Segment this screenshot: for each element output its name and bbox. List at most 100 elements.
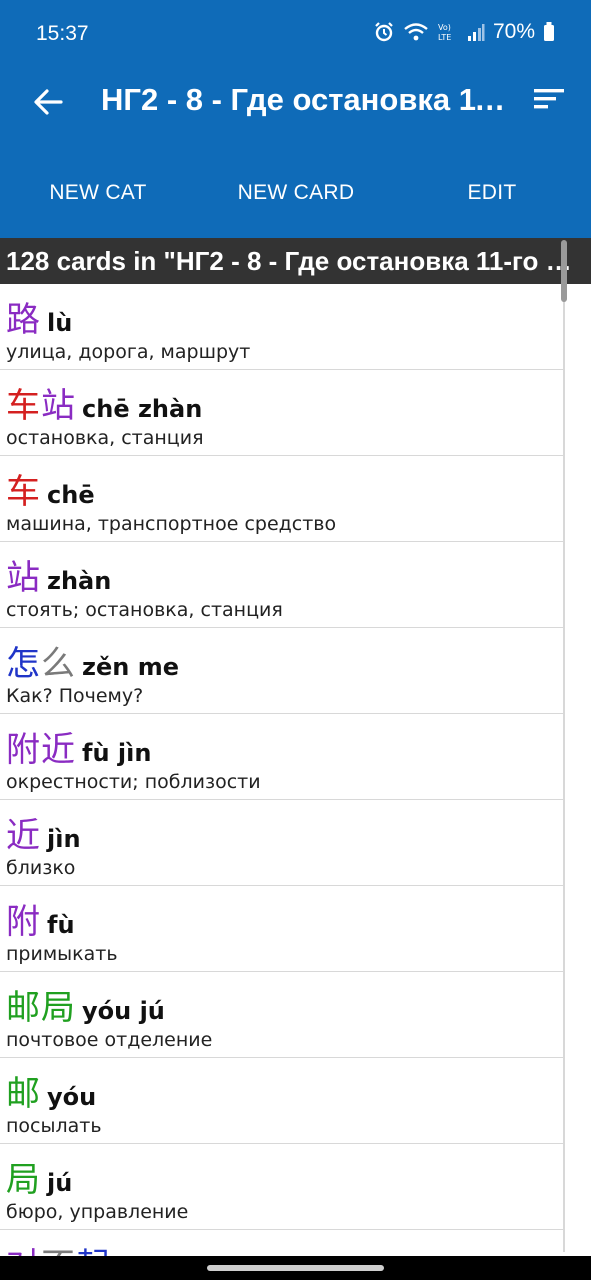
card-meaning: бюро, управление <box>6 1201 189 1223</box>
edit-button[interactable]: EDIT <box>440 166 544 220</box>
status-icons: Vo) LTE 70% <box>373 20 555 44</box>
back-button[interactable] <box>28 82 68 122</box>
card-meaning: примыкать <box>6 943 118 965</box>
sort-icon <box>534 89 564 109</box>
card-meaning: стоять; остановка, станция <box>6 599 283 621</box>
volte-icon: Vo) LTE <box>437 21 459 43</box>
hanzi-character: 不 <box>41 1246 76 1256</box>
hanzi-character: 路 <box>6 300 41 340</box>
card-headword: 站 zhàn <box>6 550 112 598</box>
card-row[interactable]: 怎么 zěn me Как? Почему? <box>0 628 564 714</box>
card-headword: 近 jìn <box>6 808 81 856</box>
card-meaning: посылать <box>6 1115 102 1137</box>
card-pinyin: fù <box>47 911 75 939</box>
card-hanzi: 怎么 <box>6 636 76 685</box>
card-pinyin: zhàn <box>47 567 112 595</box>
card-headword: 车 chē <box>6 464 95 512</box>
card-meaning: остановка, станция <box>6 427 204 449</box>
card-hanzi: 站 <box>6 550 41 599</box>
card-hanzi: 对不起 <box>6 1238 111 1256</box>
sort-button[interactable] <box>532 84 572 120</box>
card-pinyin: jìn <box>47 825 81 853</box>
card-row[interactable]: 局 jú бюро, управление <box>0 1144 564 1230</box>
card-hanzi: 局 <box>6 1152 41 1201</box>
card-row[interactable]: 站 zhàn стоять; остановка, станция <box>0 542 564 628</box>
card-row[interactable]: 附 fù примыкать <box>0 886 564 972</box>
card-pinyin: jú <box>47 1169 73 1197</box>
hanzi-character: 近 <box>6 816 41 856</box>
card-pinyin: yóu jú <box>82 997 165 1025</box>
card-hanzi: 车 <box>6 464 41 513</box>
card-meaning: машина, транспортное средство <box>6 513 337 535</box>
hanzi-character: 局 <box>41 988 76 1028</box>
hanzi-character: 附 <box>6 902 41 942</box>
scroll-track[interactable] <box>563 284 565 1252</box>
hanzi-character: 站 <box>6 558 41 598</box>
status-time: 15:37 <box>36 22 89 45</box>
hanzi-character: 么 <box>41 644 76 684</box>
card-headword: 车站 chē zhàn <box>6 378 203 426</box>
card-row[interactable]: 路 lù улица, дорога, маршрут <box>0 284 564 370</box>
scrollbar-thumb[interactable] <box>561 240 567 302</box>
card-hanzi: 附 <box>6 894 41 943</box>
navigation-bar <box>0 1256 591 1280</box>
card-row[interactable]: 车 chē машина, транспортное средство <box>0 456 564 542</box>
card-hanzi: 路 <box>6 292 41 341</box>
card-meaning: Как? Почему? <box>6 685 144 707</box>
hanzi-character: 起 <box>76 1246 111 1256</box>
hanzi-character: 站 <box>41 386 76 426</box>
card-pinyin: chē <box>47 481 95 509</box>
card-headword: 局 jú <box>6 1152 73 1200</box>
hanzi-character: 近 <box>41 730 76 770</box>
new-category-button[interactable]: NEW CAT <box>28 166 168 220</box>
card-meaning: окрестности; поблизости <box>6 771 261 793</box>
hanzi-character: 怎 <box>6 644 41 684</box>
wifi-icon <box>403 21 429 43</box>
card-list[interactable]: 路 lù улица, дорога, маршрут 车站 chē zhàn остан… <box>0 284 564 1256</box>
card-pinyin: zěn me <box>82 653 179 681</box>
hanzi-character: 车 <box>6 386 41 426</box>
card-row[interactable]: 对不起duì bu qǐ <box>0 1230 564 1256</box>
card-pinyin: chē zhàn <box>82 395 203 423</box>
svg-text:Vo): Vo) <box>438 23 451 32</box>
action-bar: NEW CAT NEW CARD EDIT <box>0 166 591 220</box>
card-hanzi: 邮局 <box>6 980 76 1029</box>
status-bar: 15:37 Vo) LTE 70% <box>0 0 591 54</box>
card-pinyin: lù <box>47 309 73 337</box>
card-row[interactable]: 近 jìn близко <box>0 800 564 886</box>
hanzi-character: 邮 <box>6 1074 41 1114</box>
card-row[interactable]: 车站 chē zhàn остановка, станция <box>0 370 564 456</box>
card-meaning: улица, дорога, маршрут <box>6 341 251 363</box>
hanzi-character: 车 <box>6 472 41 512</box>
card-count-header: 128 cards in "НГ2 - 8 - Где остановка 11… <box>0 238 591 284</box>
card-meaning: почтовое отделение <box>6 1029 213 1051</box>
arrow-left-icon <box>34 89 63 115</box>
card-headword: 附 fù <box>6 894 75 942</box>
hanzi-character: 对 <box>6 1246 41 1256</box>
battery-icon <box>543 22 555 42</box>
card-hanzi: 车站 <box>6 378 76 427</box>
card-headword: 对不起duì bu qǐ <box>6 1238 236 1256</box>
hanzi-character: 邮 <box>6 988 41 1028</box>
svg-text:LTE: LTE <box>438 33 451 42</box>
hanzi-character: 附 <box>6 730 41 770</box>
card-row[interactable]: 邮 yóu посылать <box>0 1058 564 1144</box>
alarm-icon <box>373 21 395 43</box>
card-row[interactable]: 邮局 yóu jú почтовое отделение <box>0 972 564 1058</box>
card-headword: 附近 fù jìn <box>6 722 152 770</box>
home-gesture-handle[interactable] <box>207 1265 384 1271</box>
page-title: НГ2 - 8 - Где остановка 11-го автобуса? <box>101 82 511 117</box>
card-hanzi: 附近 <box>6 722 76 771</box>
card-pinyin: yóu <box>47 1083 97 1111</box>
signal-icon <box>467 22 485 42</box>
new-card-button[interactable]: NEW CARD <box>220 166 372 220</box>
battery-percent: 70% <box>492 20 535 43</box>
card-row[interactable]: 附近 fù jìn окрестности; поблизости <box>0 714 564 800</box>
card-headword: 怎么 zěn me <box>6 636 179 684</box>
hanzi-character: 局 <box>6 1160 41 1200</box>
card-headword: 邮局 yóu jú <box>6 980 165 1028</box>
card-meaning: близко <box>6 857 76 879</box>
card-pinyin: fù jìn <box>82 739 152 767</box>
card-headword: 路 lù <box>6 292 73 340</box>
card-headword: 邮 yóu <box>6 1066 97 1114</box>
